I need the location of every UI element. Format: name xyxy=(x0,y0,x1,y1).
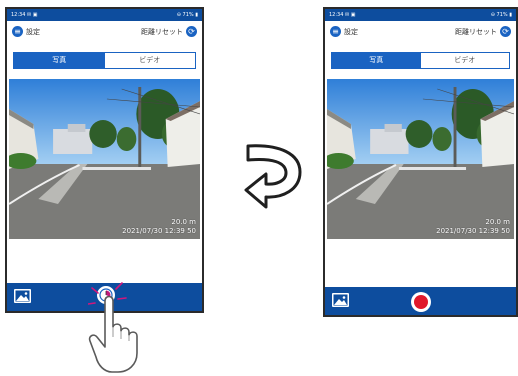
refresh-icon[interactable]: ⟳ xyxy=(186,26,197,37)
tapping-hand-icon xyxy=(88,282,138,373)
tab-photo[interactable]: 写真 xyxy=(14,53,105,68)
distance-readout: 20.0 m xyxy=(485,218,510,226)
image-icon[interactable] xyxy=(14,289,31,303)
distance-reset-label[interactable]: 距離リセット xyxy=(141,27,183,37)
mode-tabs: 写真 ビデオ xyxy=(13,52,196,69)
status-right: ⊖ 71% ▮ xyxy=(176,12,198,18)
status-time: 12:34 ✉ ▣ xyxy=(11,12,38,18)
photo-overlay: 20.0 m 2021/07/30 12:39 50 xyxy=(436,218,510,236)
status-right: ⊖ 71% ▮ xyxy=(490,12,512,18)
camera-preview: 20.0 m 2021/07/30 12:39 50 xyxy=(327,79,514,239)
record-dot-icon xyxy=(414,295,428,309)
camera-preview: 20.0 m 2021/07/30 12:39 50 xyxy=(9,79,200,239)
settings-icon[interactable]: ≡ xyxy=(330,26,341,37)
settings-icon[interactable]: ≡ xyxy=(12,26,23,37)
tab-video[interactable]: ビデオ xyxy=(105,53,196,68)
datetime-readout: 2021/07/30 12:39 50 xyxy=(122,227,196,235)
app-bar: ≡ 設定 距離リセット ⟳ xyxy=(325,21,516,43)
app-bar: ≡ 設定 距離リセット ⟳ xyxy=(7,21,202,43)
mode-tabs: 写真 ビデオ xyxy=(331,52,510,69)
settings-label[interactable]: 設定 xyxy=(26,27,40,37)
status-bar: 12:34 ✉ ▣ ⊖ 71% ▮ xyxy=(325,9,516,21)
distance-readout: 20.0 m xyxy=(171,218,196,226)
photo-overlay: 20.0 m 2021/07/30 12:39 50 xyxy=(122,218,196,236)
record-button[interactable] xyxy=(411,292,431,312)
datetime-readout: 2021/07/30 12:39 50 xyxy=(436,227,510,235)
status-time: 12:34 ✉ ▣ xyxy=(329,12,356,18)
left-phone-screen: 12:34 ✉ ▣ ⊖ 71% ▮ ≡ 設定 距離リセット ⟳ 写真 ビデオ 2… xyxy=(5,7,204,313)
street-scene-image xyxy=(327,79,514,239)
curved-arrow-left-icon xyxy=(244,144,302,209)
tab-video[interactable]: ビデオ xyxy=(421,53,510,68)
bottom-bar xyxy=(325,287,516,315)
status-bar: 12:34 ✉ ▣ ⊖ 71% ▮ xyxy=(7,9,202,21)
street-scene-image xyxy=(9,79,200,239)
right-phone-screen: 12:34 ✉ ▣ ⊖ 71% ▮ ≡ 設定 距離リセット ⟳ 写真 ビデオ 2… xyxy=(323,7,518,317)
refresh-icon[interactable]: ⟳ xyxy=(500,26,511,37)
distance-reset-label[interactable]: 距離リセット xyxy=(455,27,497,37)
tab-photo[interactable]: 写真 xyxy=(332,53,421,68)
image-icon[interactable] xyxy=(332,293,349,307)
settings-label[interactable]: 設定 xyxy=(344,27,358,37)
